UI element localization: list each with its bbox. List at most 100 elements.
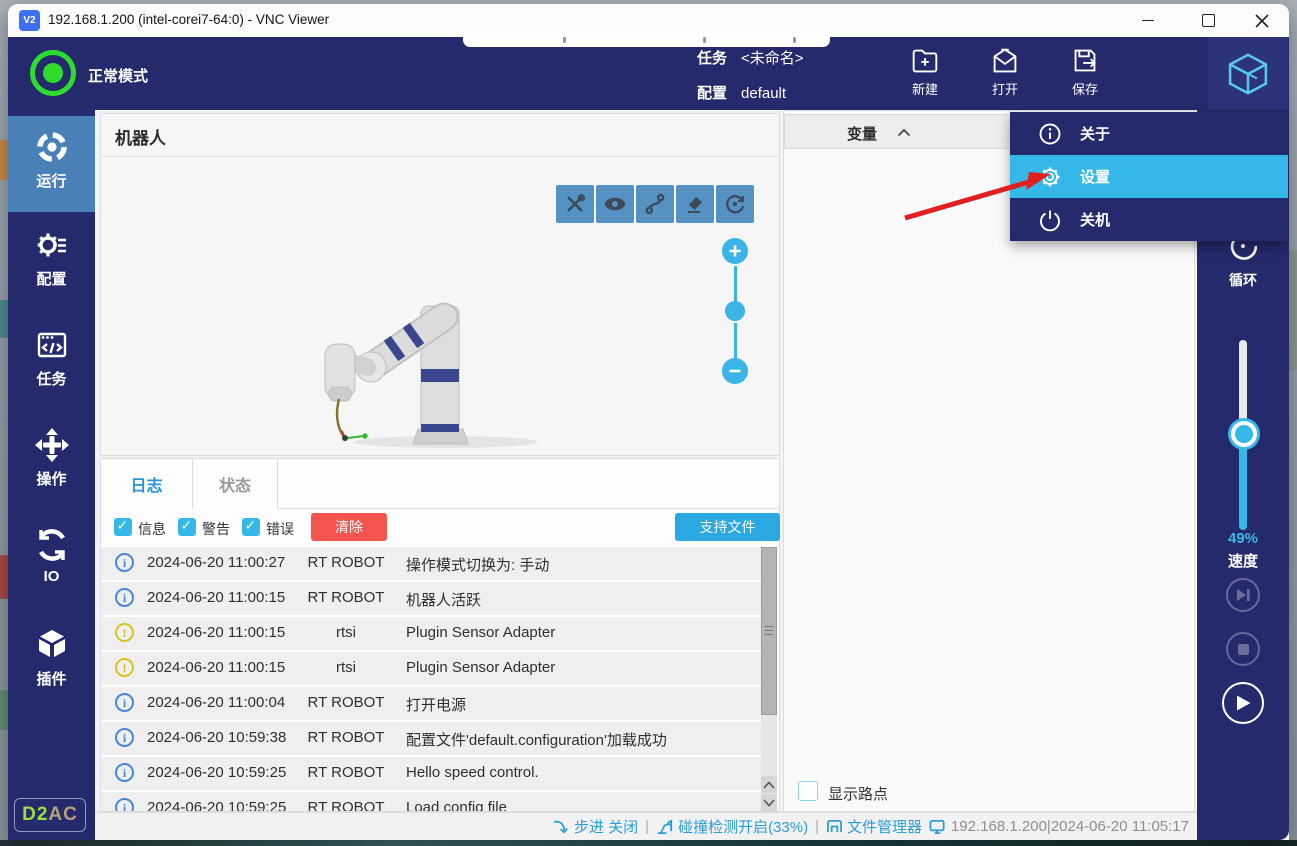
support-file-button[interactable]: 支持文件 <box>675 513 780 541</box>
filter-error-checkbox[interactable] <box>242 518 260 536</box>
connection-text: 192.168.1.200|2024-06-20 11:05:17 <box>951 818 1189 835</box>
log-message: 打开电源 <box>406 694 466 715</box>
vnc-viewer-window: V2 192.168.1.200 (intel-corei7-64:0) - V… <box>8 4 1289 840</box>
log-scrollbar-thumb[interactable] <box>761 547 777 715</box>
save-label: 保存 <box>1053 79 1117 98</box>
log-source: RT ROBOT <box>296 799 396 811</box>
mode-label: 正常模式 <box>88 65 148 86</box>
collision-icon <box>656 818 674 835</box>
menu-item-about[interactable]: 关于 <box>1010 112 1288 155</box>
log-message: Load config file <box>406 799 507 811</box>
log-time: 2024-06-20 10:59:38 <box>147 729 286 746</box>
menu-item-label: 设置 <box>1080 166 1110 187</box>
sidebar-item-plugin[interactable]: 插件 <box>8 614 95 710</box>
log-row[interactable]: i 2024-06-20 10:59:25 RT ROBOT Load conf… <box>101 792 761 811</box>
log-time: 2024-06-20 11:00:15 <box>147 589 285 606</box>
log-level-icon: ! <box>115 658 134 677</box>
scrollbar-grip <box>765 626 773 627</box>
scroll-down-button[interactable] <box>761 794 777 811</box>
play-button[interactable] <box>1222 682 1264 724</box>
log-row[interactable]: i 2024-06-20 11:00:27 RT ROBOT 操作模式切换为: … <box>101 547 761 580</box>
stop-button[interactable] <box>1226 632 1260 666</box>
reset-view-button[interactable] <box>716 185 754 223</box>
rotate-icon <box>723 192 747 216</box>
speed-slider-thumb[interactable] <box>1231 421 1257 447</box>
log-row[interactable]: ! 2024-06-20 11:00:15 rtsi Plugin Sensor… <box>101 617 761 650</box>
zoom-slider-thumb[interactable] <box>725 301 745 321</box>
sidebar-item-io[interactable]: IO <box>8 514 95 610</box>
log-row[interactable]: ! 2024-06-20 11:00:15 rtsi Plugin Sensor… <box>101 652 761 685</box>
chevron-up-icon <box>897 128 911 137</box>
speed-slider-track-upper[interactable] <box>1239 340 1247 433</box>
log-row[interactable]: i 2024-06-20 11:00:04 RT ROBOT 打开电源 <box>101 687 761 720</box>
step-mode-toggle[interactable]: 步进 关闭 <box>553 816 638 837</box>
step-icon <box>553 819 570 835</box>
open-icon <box>988 44 1022 78</box>
sidebar-item-label: IO <box>8 568 95 585</box>
log-source: rtsi <box>296 659 396 676</box>
log-level-icon: i <box>115 763 134 782</box>
log-message: Plugin Sensor Adapter <box>406 659 555 676</box>
badge-part2: AC <box>48 804 77 826</box>
speed-slider-track-lower[interactable] <box>1239 433 1247 530</box>
badge-part1: D2 <box>22 804 48 826</box>
task-row: 任务<未命名> <box>697 49 804 69</box>
zoom-out-button[interactable] <box>722 358 748 384</box>
menu-item-shutdown[interactable]: 关机 <box>1010 198 1288 241</box>
separator: | <box>815 818 819 835</box>
robot-panel: 机器人 <box>100 113 780 456</box>
tab-label: 状态 <box>219 472 251 496</box>
log-level-icon: i <box>115 798 134 811</box>
menu-item-label: 关机 <box>1080 209 1110 230</box>
robot-panel-title: 机器人 <box>115 124 166 149</box>
filter-warning-checkbox[interactable] <box>178 518 196 536</box>
minimize-button[interactable] <box>1125 4 1171 37</box>
step-next-button[interactable] <box>1226 578 1260 612</box>
desktop-decoration <box>1289 250 1297 370</box>
app-menu-button[interactable] <box>1208 37 1288 110</box>
sidebar-item-run[interactable]: 运行 <box>8 116 95 212</box>
vnc-toolbar-strip[interactable] <box>463 33 830 47</box>
log-row[interactable]: i 2024-06-20 10:59:38 RT ROBOT 配置文件'defa… <box>101 722 761 755</box>
open-button[interactable]: 打开 <box>973 42 1037 105</box>
collision-detection-toggle[interactable]: 碰撞检测开启(33%) <box>656 816 808 837</box>
log-panel: 日志 状态 信息 警告 错误 清除 支持文件 i 2024-06-20 11:0… <box>100 458 780 812</box>
clear-log-button[interactable]: 清除 <box>311 513 387 541</box>
sidebar-item-label: 任务 <box>8 368 95 389</box>
view-visibility-button[interactable] <box>596 185 634 223</box>
sidebar-item-operate[interactable]: 操作 <box>8 414 95 510</box>
log-row[interactable]: i 2024-06-20 11:00:15 RT ROBOT 机器人活跃 <box>101 582 761 615</box>
close-button[interactable] <box>1239 4 1285 37</box>
file-manager-button[interactable]: 文件管理器 <box>826 816 922 837</box>
menu-item-settings[interactable]: 设置 <box>1010 155 1288 198</box>
filter-info-checkbox[interactable] <box>114 518 132 536</box>
collision-label: 碰撞检测开启(33%) <box>678 816 808 837</box>
tab-label: 日志 <box>130 472 162 496</box>
variables-title: 变量 <box>847 123 877 144</box>
maximize-button[interactable] <box>1185 4 1231 37</box>
separator: | <box>645 818 649 835</box>
sidebar-item-task[interactable]: 任务 <box>8 314 95 410</box>
tab-log[interactable]: 日志 <box>101 459 193 509</box>
config-row: 配置default <box>697 84 786 104</box>
view-tools-button[interactable] <box>556 185 594 223</box>
log-level-icon: i <box>115 693 134 712</box>
d2ac-badge[interactable]: D2AC <box>14 798 86 832</box>
log-scrollbar-track[interactable] <box>761 547 777 811</box>
log-source: RT ROBOT <box>296 554 396 571</box>
scrollbar-grip <box>765 634 773 635</box>
sidebar-item-config[interactable]: 配置 <box>8 214 95 310</box>
operate-icon <box>33 426 71 464</box>
chevron-up-icon <box>763 781 775 789</box>
new-task-button[interactable]: 新建 <box>893 42 957 105</box>
filter-error-label: 错误 <box>266 519 294 539</box>
erase-button[interactable] <box>676 185 714 223</box>
log-row[interactable]: i 2024-06-20 10:59:25 RT ROBOT Hello spe… <box>101 757 761 790</box>
tab-status[interactable]: 状态 <box>193 459 278 509</box>
scroll-up-button[interactable] <box>761 776 777 793</box>
zoom-in-button[interactable] <box>722 238 748 264</box>
view-path-button[interactable] <box>636 185 674 223</box>
show-waypoints-checkbox[interactable] <box>798 781 818 801</box>
save-button[interactable]: 保存 <box>1053 42 1117 105</box>
vnc-logo-icon: V2 <box>19 10 40 31</box>
